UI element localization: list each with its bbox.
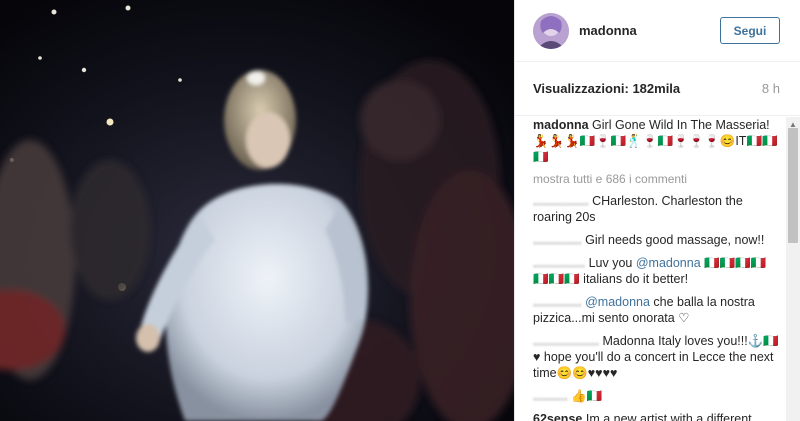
show-all-comments-link[interactable]: mostra tutti e 686 i commenti: [533, 172, 785, 186]
instagram-post-modal: madonna Segui Visualizzazioni: 182mila 8…: [0, 0, 800, 421]
comment-text: Im a new artist with a different: [585, 412, 752, 421]
comment-text: 👍🇮🇹: [571, 389, 603, 403]
comment-username[interactable]: ...............: [533, 256, 585, 270]
comments-list[interactable]: madonna Girl Gone Wild In The Masseria! …: [515, 117, 785, 421]
comment-username[interactable]: ................: [533, 194, 589, 208]
post-stats: Visualizzazioni: 182mila 8 h: [515, 62, 800, 116]
comment-container: ................ CHarleston. Charleston …: [533, 193, 785, 421]
post-username[interactable]: madonna: [579, 23, 720, 38]
post-side-panel: madonna Segui Visualizzazioni: 182mila 8…: [514, 0, 800, 421]
mention-link[interactable]: @madonna: [636, 256, 701, 270]
avatar-image: [533, 12, 569, 49]
comment-item: 62sense Im a new artist with a different: [533, 411, 785, 421]
video-player[interactable]: [0, 0, 514, 421]
caption-text: Girl Gone Wild In The Masseria!: [592, 118, 770, 132]
comment-item: .............. @madonna che balla la nos…: [533, 294, 785, 326]
comment-username[interactable]: ..............: [533, 295, 582, 309]
comment-item: ................... Madonna Italy loves …: [533, 333, 785, 381]
post-caption: madonna Girl Gone Wild In The Masseria! …: [533, 117, 785, 165]
post-header: madonna Segui: [515, 0, 800, 62]
mention-link[interactable]: @madonna: [585, 295, 650, 309]
avatar[interactable]: [533, 12, 569, 49]
comment-item: ............... Luv you @madonna 🇮🇹🇮🇹🇮🇹🇮…: [533, 255, 785, 287]
caption-username[interactable]: madonna: [533, 118, 589, 132]
comment-username[interactable]: ..........: [533, 389, 568, 403]
comment-item: .............. Girl needs good massage, …: [533, 232, 785, 248]
comment-text: Luv you: [588, 256, 636, 270]
comment-username[interactable]: ...................: [533, 334, 599, 348]
comment-username[interactable]: ..............: [533, 233, 582, 247]
views-count: Visualizzazioni: 182mila: [533, 81, 681, 96]
scrollbar-thumb[interactable]: [788, 128, 798, 243]
comment-item: ................ CHarleston. Charleston …: [533, 193, 785, 225]
comment-item: .......... 👍🇮🇹: [533, 388, 785, 404]
video-frame: [0, 0, 514, 421]
follow-button[interactable]: Segui: [720, 17, 780, 44]
comment-text: Girl needs good massage, now!!: [585, 233, 765, 247]
caption-emoji: 💃💃💃🇮🇹🍷🇮🇹🕺🍷🇮🇹🍷🍷🍷😊IT🇮🇹🇮🇹🇮🇹: [533, 134, 778, 164]
comment-username[interactable]: 62sense: [533, 412, 582, 421]
post-timestamp[interactable]: 8 h: [762, 81, 780, 96]
